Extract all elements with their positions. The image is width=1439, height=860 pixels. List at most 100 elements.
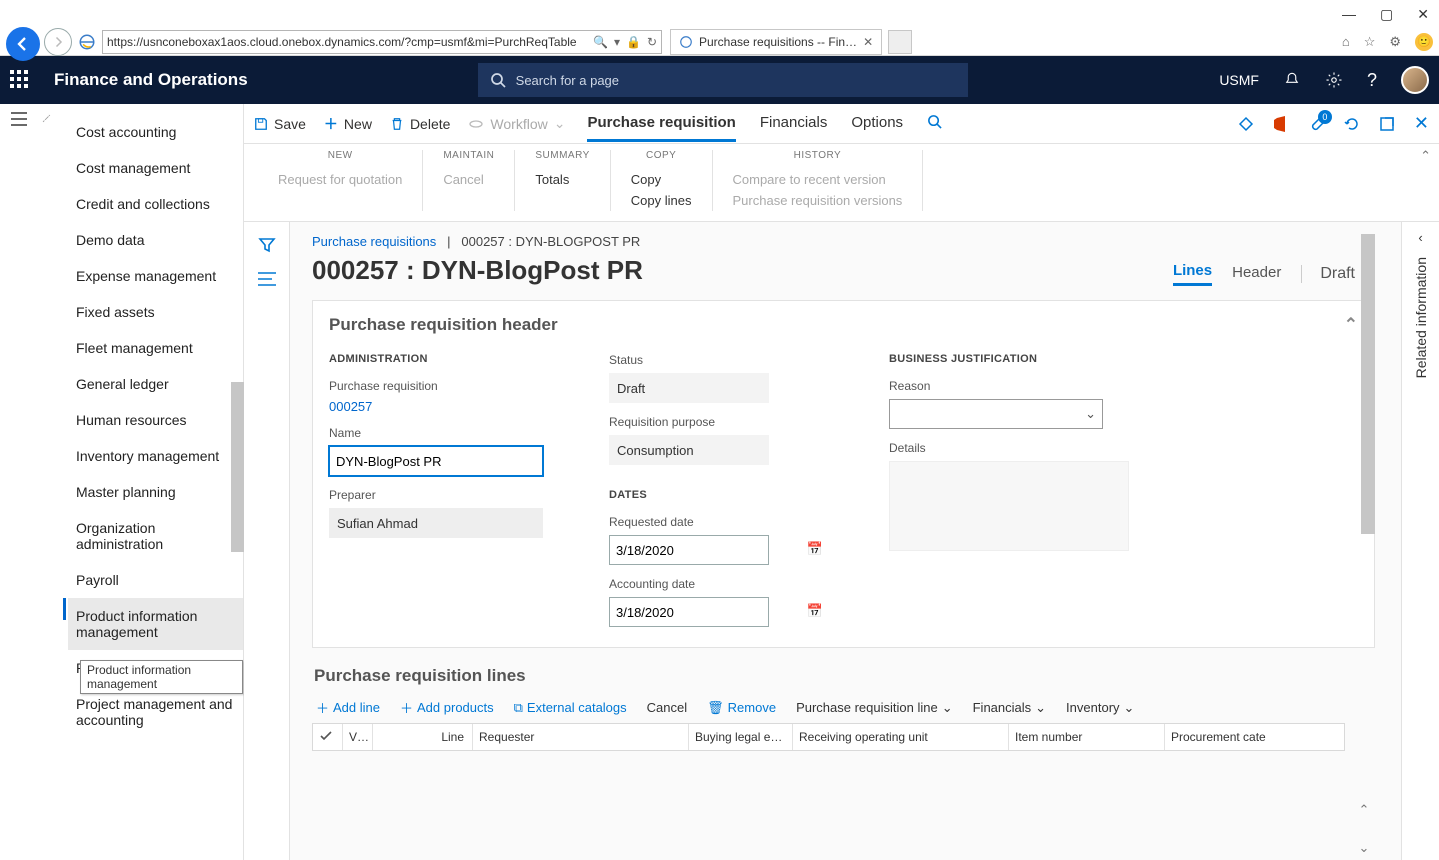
ribbon-item[interactable]: Totals xyxy=(535,169,589,190)
office-icon[interactable] xyxy=(1274,116,1288,132)
chevron-left-icon[interactable]: ‹ xyxy=(1418,230,1422,245)
cancel-button[interactable]: Cancel xyxy=(647,700,687,715)
view-header[interactable]: Header xyxy=(1232,264,1281,285)
ribbon-item[interactable]: Purchase requisition versions xyxy=(733,190,903,211)
col-valid[interactable]: V… xyxy=(343,724,373,750)
attachments-icon[interactable] xyxy=(1308,116,1324,132)
nav-item[interactable]: Demo data xyxy=(68,222,243,258)
calendar-icon[interactable]: 📅 xyxy=(807,603,823,619)
nav-item[interactable]: Credit and collections xyxy=(68,186,243,222)
nav-item-active[interactable]: Product information management xyxy=(68,598,243,650)
ribbon-item[interactable]: Copy xyxy=(631,169,692,190)
external-catalogs-button[interactable]: ⧉External catalogs xyxy=(514,700,627,716)
nav-item[interactable]: General ledger xyxy=(68,366,243,402)
nav-item[interactable]: Master planning xyxy=(68,474,243,510)
col-line[interactable]: Line xyxy=(373,724,473,750)
window-close[interactable]: ✕ xyxy=(1417,6,1429,23)
hamburger-icon[interactable] xyxy=(11,112,27,126)
pr-number[interactable]: 000257 xyxy=(329,399,549,414)
details-textarea[interactable] xyxy=(889,461,1129,551)
nav-item[interactable]: Fleet management xyxy=(68,330,243,366)
ribbon-item[interactable]: Cancel xyxy=(443,169,494,190)
detail-scrollbar[interactable] xyxy=(1361,234,1375,754)
tab-purchase-requisition[interactable]: Purchase requisition xyxy=(587,106,735,142)
notifications-icon[interactable] xyxy=(1283,71,1301,89)
related-info-rail[interactable]: ‹ Related information xyxy=(1401,222,1439,860)
card-header-title[interactable]: Purchase requisition header ⌃ xyxy=(313,301,1374,349)
new-tab-button[interactable] xyxy=(888,30,912,54)
actionbar-search-icon[interactable] xyxy=(927,106,942,142)
nav-item[interactable]: Payroll xyxy=(68,562,243,598)
crumb-root[interactable]: Purchase requisitions xyxy=(312,234,436,249)
ribbon-item[interactable]: Compare to recent version xyxy=(733,169,903,190)
home-icon[interactable]: ⌂ xyxy=(1342,34,1350,49)
nav-item[interactable]: Inventory management xyxy=(68,438,243,474)
add-line-button[interactable]: ＋Add line xyxy=(316,698,380,717)
list-icon[interactable] xyxy=(258,272,276,286)
col-item-number[interactable]: Item number xyxy=(1009,724,1165,750)
filter-icon[interactable] xyxy=(258,236,276,254)
nav-item[interactable]: Cost accounting xyxy=(68,114,243,150)
company-picker[interactable]: USMF xyxy=(1219,72,1259,88)
browser-tab[interactable]: Purchase requisitions -- Fin… ✕ xyxy=(670,29,882,55)
col-select[interactable] xyxy=(313,724,343,750)
side-nav: Cost accounting Cost management Credit a… xyxy=(0,104,244,860)
view-lines[interactable]: Lines xyxy=(1173,262,1212,286)
accounting-date-input[interactable] xyxy=(609,597,769,627)
col-procurement-category[interactable]: Procurement cate xyxy=(1165,724,1344,750)
window-minimize[interactable]: — xyxy=(1342,6,1356,22)
tab-financials[interactable]: Financials xyxy=(760,106,828,142)
global-search[interactable]: Search for a page xyxy=(478,63,968,97)
app-launcher-icon[interactable] xyxy=(10,70,30,90)
settings-icon[interactable] xyxy=(1325,71,1343,89)
browser-forward-button[interactable] xyxy=(44,28,72,56)
chevron-up-icon[interactable]: ⌃ xyxy=(1359,802,1370,818)
popout-icon[interactable] xyxy=(1380,117,1394,131)
nav-item[interactable]: Human resources xyxy=(68,402,243,438)
nav-item[interactable]: Cost management xyxy=(68,150,243,186)
delete-button[interactable]: Delete xyxy=(390,116,450,132)
calendar-icon[interactable]: 📅 xyxy=(807,541,823,557)
window-maximize[interactable]: ▢ xyxy=(1380,6,1393,23)
user-avatar[interactable] xyxy=(1401,66,1429,94)
refresh-icon[interactable]: ↻ xyxy=(647,35,657,49)
save-button[interactable]: Save xyxy=(254,116,306,132)
feedback-icon[interactable]: 🙂 xyxy=(1415,33,1433,51)
address-bar[interactable]: https://usnconeboxax1aos.cloud.onebox.dy… xyxy=(102,30,662,54)
ribbon-item[interactable]: Request for quotation xyxy=(278,169,402,190)
search-icon[interactable]: 🔍 xyxy=(593,35,608,49)
side-scrollbar[interactable] xyxy=(231,382,244,552)
nav-item[interactable]: Fixed assets xyxy=(68,294,243,330)
ribbon-item[interactable]: Copy lines xyxy=(631,190,692,211)
new-button[interactable]: ＋ New xyxy=(324,114,372,134)
dropdown-icon[interactable]: ▾ xyxy=(614,35,620,49)
detail: Purchase requisitions | 000257 : DYN-BLO… xyxy=(244,222,1439,860)
col-buying-entity[interactable]: Buying legal en… xyxy=(689,724,793,750)
tab-close-icon[interactable]: ✕ xyxy=(863,35,873,49)
pin-icon[interactable] xyxy=(38,110,52,124)
ribbon-collapse-icon[interactable]: ⌃ xyxy=(1420,148,1431,164)
remove-button[interactable]: 🗑Remove xyxy=(707,700,776,716)
inventory-menu[interactable]: Inventory ⌄ xyxy=(1066,700,1134,716)
col-receiving-ou[interactable]: Receiving operating unit xyxy=(793,724,1009,750)
requested-date-input[interactable] xyxy=(609,535,769,565)
nav-item[interactable]: Expense management xyxy=(68,258,243,294)
power-apps-icon[interactable] xyxy=(1238,116,1254,132)
financials-menu[interactable]: Financials ⌄ xyxy=(973,700,1046,716)
nav-item[interactable]: Organization administration xyxy=(68,510,243,562)
tools-icon[interactable]: ⚙ xyxy=(1389,34,1401,50)
close-pane-icon[interactable]: ✕ xyxy=(1414,113,1429,134)
col-requester[interactable]: Requester xyxy=(473,724,689,750)
pr-line-menu[interactable]: Purchase requisition line ⌄ xyxy=(796,700,953,716)
chevron-down-icon[interactable]: ⌄ xyxy=(1359,840,1370,856)
browser-back-button[interactable] xyxy=(6,27,40,61)
window-controls: — ▢ ✕ xyxy=(0,0,1439,28)
add-products-button[interactable]: ＋Add products xyxy=(400,698,494,717)
name-input[interactable] xyxy=(329,446,543,476)
refresh-icon[interactable] xyxy=(1344,116,1360,132)
reason-select[interactable]: ⌄ xyxy=(889,399,1103,429)
tab-options[interactable]: Options xyxy=(851,106,903,142)
help-icon[interactable]: ? xyxy=(1367,70,1377,91)
favorites-icon[interactable]: ☆ xyxy=(1364,34,1376,50)
workflow-button[interactable]: Workflow ⌄ xyxy=(468,115,565,132)
